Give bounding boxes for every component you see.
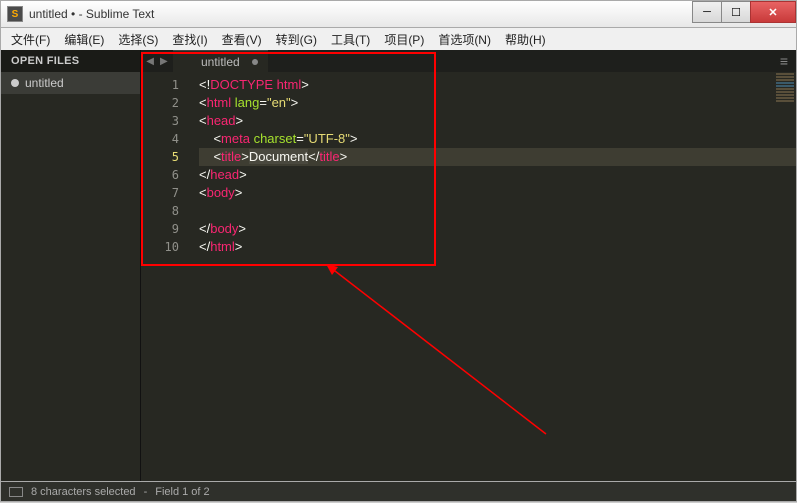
maximize-button[interactable]: ☐ (721, 1, 751, 23)
code-area[interactable]: 12345678910 <!DOCTYPE html><html lang="e… (141, 72, 796, 481)
status-field: Field 1 of 2 (155, 486, 209, 498)
code-line[interactable]: </head> (199, 166, 796, 184)
tab-next-icon[interactable]: ▶ (160, 56, 168, 67)
menu-item[interactable]: 选择(S) (112, 29, 164, 50)
menu-item[interactable]: 查找(I) (166, 29, 213, 50)
close-button[interactable]: ✕ (750, 1, 796, 23)
open-file-name: untitled (25, 76, 64, 90)
status-sep: - (144, 486, 148, 498)
status-selection: 8 characters selected (31, 486, 136, 498)
tab-untitled[interactable]: untitled (173, 50, 268, 72)
tab-prev-icon[interactable]: ◀ (146, 56, 154, 67)
line-number: 5 (141, 148, 179, 166)
titlebar: S untitled • - Sublime Text ─ ☐ ✕ (0, 0, 797, 28)
menu-item[interactable]: 项目(P) (378, 29, 430, 50)
menu-item[interactable]: 转到(G) (270, 29, 323, 50)
open-files-header: OPEN FILES (1, 50, 140, 72)
tabs-scroll: ≡ (268, 53, 796, 69)
statusbar: 8 characters selected - Field 1 of 2 (0, 482, 797, 502)
code-line[interactable]: <head> (199, 112, 796, 130)
menu-item[interactable]: 首选项(N) (432, 29, 497, 50)
line-number: 6 (141, 166, 179, 184)
line-number: 8 (141, 202, 179, 220)
line-number: 10 (141, 238, 179, 256)
editor-column: ◀ ▶ untitled ≡ 12345678910 <!DOCTYPE htm… (141, 50, 796, 481)
menu-item[interactable]: 工具(T) (325, 29, 376, 50)
line-number: 1 (141, 76, 179, 94)
code-line[interactable]: <!DOCTYPE html> (199, 76, 796, 94)
code-editor[interactable]: <!DOCTYPE html><html lang="en"><head> <m… (191, 72, 796, 481)
code-line[interactable]: </body> (199, 220, 796, 238)
code-line[interactable]: <meta charset="UTF-8"> (199, 130, 796, 148)
line-number: 4 (141, 130, 179, 148)
line-number: 2 (141, 94, 179, 112)
minimize-button[interactable]: ─ (692, 1, 722, 23)
menu-item[interactable]: 查看(V) (216, 29, 268, 50)
tab-nav-arrows[interactable]: ◀ ▶ (141, 56, 173, 67)
window-controls: ─ ☐ ✕ (693, 1, 796, 23)
panel-switch-icon[interactable] (9, 487, 23, 497)
code-line[interactable]: <body> (199, 184, 796, 202)
tabs-row: ◀ ▶ untitled ≡ (141, 50, 796, 72)
menubar: 文件(F)编辑(E)选择(S)查找(I)查看(V)转到(G)工具(T)项目(P)… (0, 28, 797, 50)
tabs-menu-icon[interactable]: ≡ (780, 53, 788, 69)
line-number: 7 (141, 184, 179, 202)
menu-item[interactable]: 编辑(E) (58, 29, 110, 50)
open-file-item[interactable]: untitled (1, 72, 140, 94)
tab-label: untitled (201, 55, 240, 69)
window-title: untitled • - Sublime Text (29, 7, 693, 21)
gutter: 12345678910 (141, 72, 191, 481)
sidebar-empty (1, 94, 140, 481)
dirty-indicator-icon (11, 79, 19, 87)
sidebar: OPEN FILES untitled (1, 50, 141, 481)
line-number: 3 (141, 112, 179, 130)
main-area: OPEN FILES untitled ◀ ▶ untitled ≡ 12345… (0, 50, 797, 482)
code-line[interactable]: <html lang="en"> (199, 94, 796, 112)
minimap[interactable] (774, 72, 796, 132)
code-line[interactable]: <title>Document</title> (199, 148, 796, 166)
app-icon: S (7, 6, 23, 22)
code-line[interactable]: </html> (199, 238, 796, 256)
menu-item[interactable]: 帮助(H) (499, 29, 552, 50)
menu-item[interactable]: 文件(F) (5, 29, 56, 50)
line-number: 9 (141, 220, 179, 238)
code-line[interactable] (199, 202, 796, 220)
